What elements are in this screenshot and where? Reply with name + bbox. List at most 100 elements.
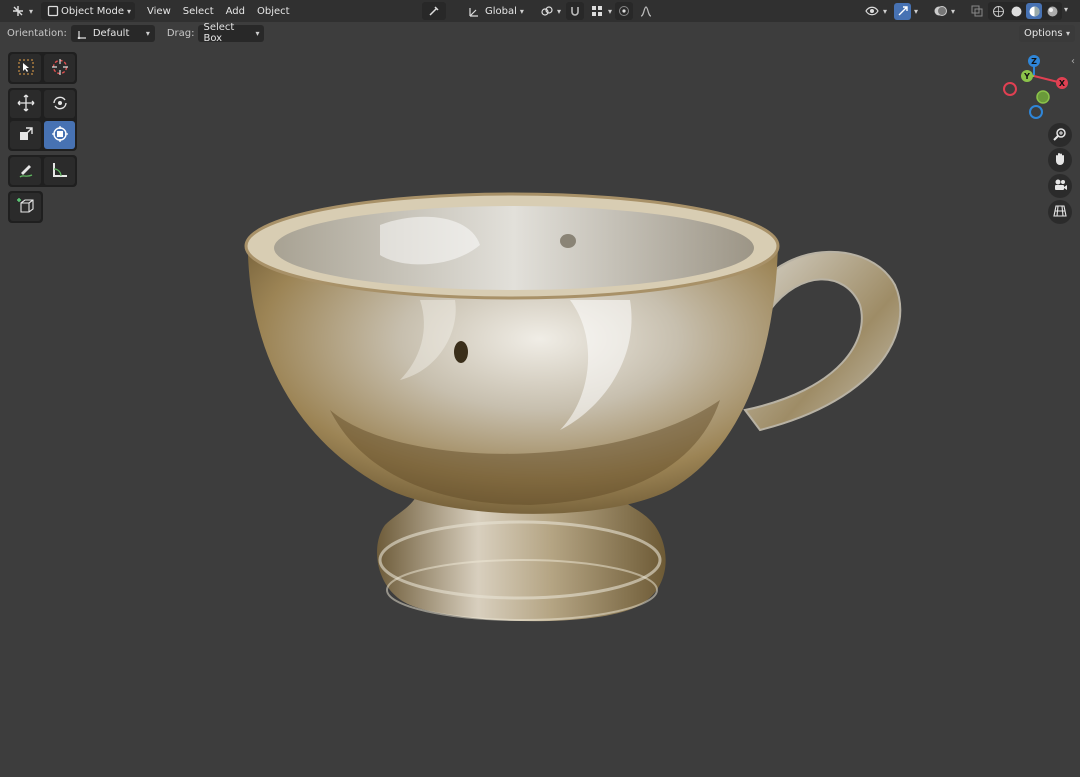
viewport-header: ▾ Object Mode ▾ View Select Add Object G… xyxy=(0,0,1080,22)
tool-group-add xyxy=(8,191,43,223)
gizmo-toggle-icon[interactable] xyxy=(894,2,911,20)
falloff-dropdown[interactable] xyxy=(634,2,658,20)
overlay-icon xyxy=(932,3,948,19)
orientation-label: Orientation: xyxy=(7,27,67,39)
shading-group xyxy=(988,2,1062,20)
visibility-dropdown[interactable]: ▾ xyxy=(860,2,891,20)
mode-label: Object Mode xyxy=(61,5,125,17)
scale-tool[interactable] xyxy=(10,121,41,149)
editor-type-button[interactable]: ▾ xyxy=(6,2,37,20)
options-label: Options xyxy=(1024,27,1063,39)
orientation-value: Default xyxy=(92,27,130,39)
menu-object[interactable]: Object xyxy=(251,2,296,20)
cursor-tool[interactable] xyxy=(44,54,75,82)
shading-options-chevron-icon[interactable]: ▾ xyxy=(1064,5,1068,14)
overlay-dropdown[interactable]: ▾ xyxy=(928,2,959,20)
snap-target-dropdown[interactable]: ▾ xyxy=(585,2,616,20)
select-box-tool[interactable] xyxy=(10,54,41,82)
gizmo-dropdown[interactable]: ▾ xyxy=(890,2,922,20)
orientation-dropdown[interactable]: Default ▾ xyxy=(70,24,155,42)
chevron-down-icon: ▾ xyxy=(255,28,260,38)
gizmo-y-label: Y xyxy=(1023,72,1030,81)
object-mode-icon xyxy=(45,3,61,19)
move-icon xyxy=(17,94,35,115)
cup-inner xyxy=(274,206,754,290)
orientation-global-label: Global xyxy=(485,5,517,17)
snap-toggle[interactable] xyxy=(566,2,584,20)
camera-icon xyxy=(1053,178,1067,195)
xray-toggle[interactable] xyxy=(968,2,986,20)
tool-group-select xyxy=(8,52,77,84)
solid-shading-icon[interactable] xyxy=(1008,3,1024,19)
gizmo-neg-x-axis[interactable] xyxy=(1003,82,1017,96)
material-shading-icon[interactable] xyxy=(1026,3,1042,19)
chevron-down-icon: ▾ xyxy=(29,6,34,16)
measure-icon xyxy=(51,161,69,182)
transform-orientation-dropdown[interactable]: Global ▾ xyxy=(462,2,528,20)
mode-dropdown[interactable]: Object Mode ▾ xyxy=(41,2,136,20)
viewport-editor-icon xyxy=(10,3,26,19)
gizmo-x-label: X xyxy=(1059,79,1066,88)
eyedropper-icon xyxy=(426,3,442,19)
perspective-toggle-button[interactable] xyxy=(1048,200,1072,224)
zoom-icon xyxy=(1053,127,1067,144)
chevron-down-icon: ▾ xyxy=(145,28,150,38)
gizmo-neg-z-axis[interactable] xyxy=(1029,105,1043,119)
drag-label: Drag: xyxy=(166,27,195,39)
move-tool[interactable] xyxy=(10,90,41,118)
annotate-icon xyxy=(17,161,35,182)
magnet-icon xyxy=(567,3,583,19)
rendered-shading-icon[interactable] xyxy=(1044,3,1060,19)
cup-inner-bubble xyxy=(560,234,576,248)
chevron-down-icon: ▾ xyxy=(1065,28,1070,38)
camera-view-button[interactable] xyxy=(1048,174,1072,198)
cursor-icon xyxy=(51,58,69,79)
menu-select[interactable]: Select xyxy=(177,2,220,20)
chevron-down-icon: ▾ xyxy=(127,6,132,16)
zoom-button[interactable] xyxy=(1048,123,1072,147)
measure-tool[interactable] xyxy=(44,157,75,185)
annotate-tool[interactable] xyxy=(10,157,41,185)
transform-icon xyxy=(51,125,69,146)
viewport-3d-scene[interactable] xyxy=(0,44,1080,777)
pivot-dropdown[interactable]: ▾ xyxy=(534,2,565,20)
chevron-down-icon: ▾ xyxy=(883,6,888,16)
options-dropdown[interactable]: Options ▾ xyxy=(1019,24,1075,42)
menu-view[interactable]: View xyxy=(141,2,177,20)
chevron-down-icon: ▾ xyxy=(557,6,562,16)
proportional-edit-toggle[interactable] xyxy=(615,2,633,20)
drag-dropdown[interactable]: Select Box ▾ xyxy=(198,22,265,44)
xray-icon xyxy=(969,3,985,19)
drag-value: Select Box xyxy=(203,22,235,44)
falloff-curve-icon xyxy=(638,3,654,19)
tool-settings-bar: Orientation: Default ▾ Drag: Select Box … xyxy=(0,22,1080,44)
snap-grid-icon xyxy=(589,3,605,19)
chevron-down-icon: ▾ xyxy=(608,6,613,16)
tool-shelf xyxy=(8,52,77,227)
transform-tool[interactable] xyxy=(44,121,75,149)
proportional-edit-icon xyxy=(616,3,632,19)
menu-add[interactable]: Add xyxy=(220,2,251,20)
select-box-icon xyxy=(17,58,35,79)
eyedropper-button[interactable] xyxy=(422,2,446,20)
chevron-down-icon: ▾ xyxy=(951,6,956,16)
gizmo-z-label: Z xyxy=(1031,57,1037,66)
tool-group-annotate xyxy=(8,155,77,187)
tool-group-transform xyxy=(8,88,77,151)
orientation-axes-icon xyxy=(76,25,89,41)
cup-bubble xyxy=(454,341,468,363)
sidebar-toggle-chevron-icon[interactable]: ‹ xyxy=(1071,56,1075,67)
navigation-gizmo[interactable]: Z Y X xyxy=(998,52,1076,122)
wireframe-shading-icon[interactable] xyxy=(990,3,1006,19)
gizmo-neg-y-axis[interactable] xyxy=(1036,90,1050,104)
pan-button[interactable] xyxy=(1048,148,1072,172)
eye-icon xyxy=(864,3,880,19)
link-icon xyxy=(538,3,554,19)
add-cube-tool[interactable] xyxy=(10,193,41,221)
chevron-down-icon: ▾ xyxy=(519,6,524,16)
orientation-icon xyxy=(466,3,482,19)
chevron-down-icon: ▾ xyxy=(914,6,919,16)
rotate-tool[interactable] xyxy=(44,90,75,118)
grid-icon xyxy=(1053,204,1067,221)
scale-icon xyxy=(17,125,35,146)
